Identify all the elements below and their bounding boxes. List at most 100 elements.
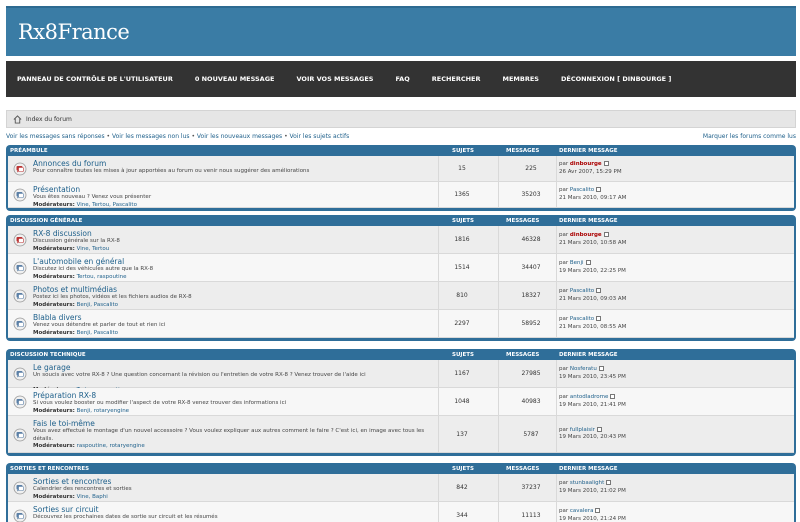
last-post-user-link[interactable]: Pascalito: [570, 187, 594, 193]
category-3: Sorties et rencontres SUJETS MESSAGES DERNI…: [6, 463, 796, 522]
forum-title-link[interactable]: Blabla divers: [33, 313, 82, 322]
forum-read-icon: [13, 317, 27, 331]
nav-item-5[interactable]: MEMBRES: [503, 75, 539, 83]
forum-posts-count: 225: [525, 165, 537, 172]
go-to-last-post-icon[interactable]: [606, 480, 612, 485]
category-name[interactable]: Discussion générale: [10, 218, 82, 224]
forum-moderators: Modérateurs: Tertou, raspoutine: [33, 273, 127, 280]
forum-read-icon: [13, 289, 27, 303]
go-to-last-post-icon[interactable]: [585, 260, 591, 265]
forum-moderators: Modérateurs: Benji, Pascalito: [33, 301, 119, 308]
category-name[interactable]: Préambule: [10, 148, 48, 154]
last-post-user-link[interactable]: Pascalito: [570, 316, 594, 322]
forum-read-icon: [13, 428, 27, 442]
go-to-last-post-icon[interactable]: [596, 187, 602, 192]
go-to-last-post-icon[interactable]: [603, 232, 609, 237]
forum-topics-count: 15: [458, 165, 466, 172]
nav-item-4[interactable]: RECHERCHER: [432, 75, 481, 83]
go-to-last-post-icon[interactable]: [596, 288, 602, 293]
forum-description: Vous êtes nouveau ? Venez vous présenter: [33, 194, 152, 200]
forum-title-link[interactable]: Le garage: [33, 363, 70, 372]
category-name[interactable]: Sorties et rencontres: [10, 466, 89, 472]
forum-last-post: par cavalera 19 Mars 2010, 21:24 PM: [559, 508, 626, 522]
last-post-user-link[interactable]: dinbourge: [570, 232, 602, 238]
site-logo[interactable]: Rx8France: [18, 20, 130, 44]
go-to-last-post-icon[interactable]: [610, 394, 616, 399]
forum-posts-count: 27985: [521, 370, 541, 377]
go-to-last-post-icon[interactable]: [595, 508, 601, 513]
forum-topics-count: 1048: [454, 398, 470, 405]
forum-title-link[interactable]: Sorties et rencontres: [33, 477, 111, 486]
go-to-last-post-icon[interactable]: [598, 366, 604, 371]
go-to-last-post-icon[interactable]: [603, 161, 609, 166]
category-header: Discussion technique SUJETS MESSAGES DERNIE…: [8, 349, 794, 360]
go-to-last-post-icon[interactable]: [596, 426, 602, 432]
forum-read-icon: [13, 509, 27, 522]
quick-links: Voir les messages sans réponses • Voir l…: [6, 133, 796, 143]
nav-item-1[interactable]: 0 NOUVEAU MESSAGE: [195, 75, 275, 83]
forum-description: Vous avez effectué le montage d'un nouve…: [33, 428, 425, 442]
forum-description: Postez ici les photos, vidéos et les fic…: [33, 294, 192, 300]
last-post-user-link[interactable]: Pascalito: [570, 288, 594, 294]
forum-last-post: par fullplaisir 19 Mars 2010, 20:43 PM: [559, 426, 626, 440]
forum-title-link[interactable]: L'automobile en général: [33, 257, 124, 266]
nav-item-0[interactable]: PANNEAU DE CONTRÔLE DE L'UTILISATEUR: [17, 75, 173, 83]
quick-link-1[interactable]: Voir les messages non lus: [112, 133, 190, 140]
link-separator: •: [104, 133, 112, 140]
forum-title-link[interactable]: Annonces du forum: [33, 159, 106, 168]
nav-item-6[interactable]: DÉCONNEXION [ DINBOURGE ]: [561, 75, 671, 83]
forum-title-link[interactable]: Préparation RX-8: [33, 391, 96, 400]
category-header: Préambule SUJETS MESSAGES DERNIER MESSAGE: [8, 145, 794, 156]
forum-title-link[interactable]: Présentation: [33, 185, 80, 194]
last-post-user-link[interactable]: cavalera: [570, 508, 594, 514]
site-header: Rx8France: [6, 6, 796, 56]
col-last-header: DERNIER MESSAGE: [559, 217, 618, 224]
forum-posts-count: 58952: [521, 320, 541, 327]
forum-title-link[interactable]: Photos et multimédias: [33, 285, 117, 294]
forum-moderators: Modérateurs: Benji, rotaryengine: [33, 407, 130, 414]
forum-moderators: Modérateurs: Vine, Baphi: [33, 493, 108, 500]
mark-forums-read-link[interactable]: Marquer les forums comme lus: [703, 133, 796, 140]
last-post-user-link[interactable]: dinbourge: [570, 161, 602, 167]
forum-row: Sorties et rencontres Calendrier des renc…: [8, 474, 794, 502]
col-last-header: DERNIER MESSAGE: [559, 465, 618, 472]
last-post-user-link[interactable]: fullplaisir: [570, 427, 595, 433]
forum-last-post: par Benji 19 Mars 2010, 22:25 PM: [559, 260, 626, 274]
forum-topics-count: 344: [456, 512, 468, 519]
forum-row: Le garage Un soucis avec votre RX-8 ? Une…: [8, 360, 794, 393]
col-topics-header: SUJETS: [452, 351, 474, 358]
last-post-user-link[interactable]: antodladrome: [570, 394, 609, 400]
last-post-user-link[interactable]: stunbaalight: [570, 480, 604, 486]
forum-posts-count: 37237: [521, 484, 541, 491]
nav-item-3[interactable]: FAQ: [395, 75, 409, 83]
category-name[interactable]: Discussion technique: [10, 352, 86, 358]
forum-last-post: par stunbaalight 19 Mars 2010, 21:02 PM: [559, 480, 626, 494]
category-header: Sorties et rencontres SUJETS MESSAGES DERNI…: [8, 463, 794, 474]
forum-posts-count: 34407: [521, 264, 541, 271]
forum-description: Venez vous détendre et parler de tout et…: [33, 322, 166, 328]
category-1: Discussion générale SUJETS MESSAGES DERNIER…: [6, 215, 796, 341]
forum-topics-count: 137: [456, 430, 468, 438]
forum-topics-count: 2297: [454, 320, 470, 327]
forum-title-link[interactable]: Fais le toi-même: [33, 419, 95, 428]
last-post-user-link[interactable]: Nosferatu: [570, 366, 597, 372]
forum-title-link[interactable]: RX-8 discussion: [33, 229, 92, 238]
forum-posts-count: 46328: [521, 236, 541, 243]
quick-link-2[interactable]: Voir les nouveaux messages: [197, 133, 282, 140]
forum-moderators: Modérateurs: Vine, Tertou: [33, 245, 110, 252]
forum-posts-count: 35203: [521, 191, 541, 198]
nav-item-2[interactable]: VOIR VOS MESSAGES: [297, 75, 374, 83]
col-posts-header: MESSAGES: [506, 351, 540, 358]
quick-link-3[interactable]: Voir les sujets actifs: [290, 133, 350, 140]
forum-description: Un soucis avec votre RX-8 ? Une question…: [33, 372, 366, 378]
col-last-header: DERNIER MESSAGE: [559, 147, 618, 154]
go-to-last-post-icon[interactable]: [596, 316, 602, 321]
last-post-user-link[interactable]: Benji: [570, 260, 584, 266]
forum-posts-count: 18327: [521, 292, 541, 299]
breadcrumb-index-link[interactable]: Index du forum: [26, 116, 72, 123]
quick-link-0[interactable]: Voir les messages sans réponses: [6, 133, 105, 140]
forum-title-link[interactable]: Sorties sur circuit: [33, 505, 99, 514]
forum-topics-count: 810: [456, 292, 468, 299]
forum-topics-count: 1365: [454, 191, 470, 198]
forum-last-post: par Pascalito 21 Mars 2010, 09:03 AM: [559, 288, 627, 302]
